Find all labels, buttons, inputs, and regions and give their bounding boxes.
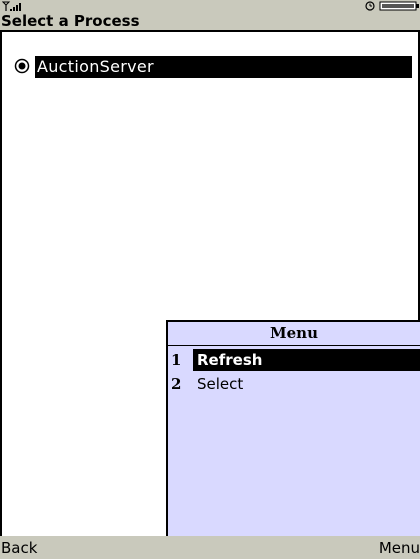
title-bar: Select a Process xyxy=(0,12,420,32)
menu-item-number: 1 xyxy=(171,351,182,369)
menu-title: Menu xyxy=(168,322,420,346)
alarm-clock-icon xyxy=(365,1,375,11)
phone-screen: Select a Process AuctionServer Menu 1 Re… xyxy=(0,0,420,559)
page-title: Select a Process xyxy=(1,12,140,30)
menu-item-label: Select xyxy=(197,375,244,393)
options-menu: Menu 1 Refresh 2 Select xyxy=(166,320,420,536)
menu-softkey[interactable]: Menu xyxy=(379,538,420,558)
back-softkey[interactable]: Back xyxy=(1,538,37,558)
status-bar xyxy=(0,0,420,12)
signal-strength-icon xyxy=(2,1,21,11)
status-icons xyxy=(365,1,419,11)
menu-item-label: Refresh xyxy=(193,349,420,371)
menu-item-refresh[interactable]: 1 Refresh xyxy=(168,349,420,371)
battery-icon xyxy=(379,1,419,11)
softkey-bar: Back Menu xyxy=(0,536,420,559)
process-item-auctionserver[interactable]: AuctionServer xyxy=(35,56,412,78)
menu-item-select[interactable]: 2 Select xyxy=(168,373,420,395)
menu-item-number: 2 xyxy=(171,375,182,393)
radio-selected-icon[interactable] xyxy=(14,58,30,74)
